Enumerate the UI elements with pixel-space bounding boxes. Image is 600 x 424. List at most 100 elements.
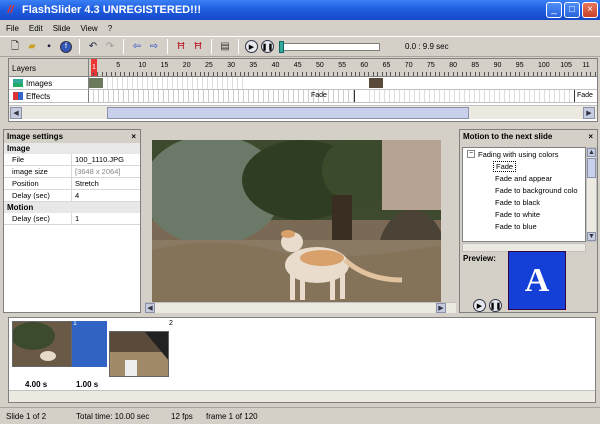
ruler-minor-tick [261,72,263,76]
new-file-icon[interactable]: 🗋 [8,40,22,54]
timeline-scrollbar[interactable]: ◀ ▶ [9,105,597,119]
scroll-thumb[interactable] [107,107,469,119]
scroll-down-icon[interactable]: ▼ [587,232,596,241]
ruler-minor-tick [181,72,183,76]
ruler-minor-tick [248,72,250,76]
tree-item-fade[interactable]: Fade [463,160,585,172]
maximize-button[interactable]: □ [564,2,580,18]
group-image: Image [4,143,140,154]
tree-item[interactable]: Fade and appear [463,172,585,184]
add-slide-icon[interactable]: ⇦ [130,40,144,54]
ruler-minor-tick [288,72,290,76]
menu-edit[interactable]: Edit [29,24,43,33]
scroll-up-icon[interactable]: ▲ [587,148,596,157]
close-icon[interactable]: × [131,132,136,141]
title-bar: // FlashSlider 4.3 UNREGISTERED!!! [0,0,600,20]
scroll-left-icon[interactable]: ◀ [145,303,155,313]
ruler-tick-label: 10 [138,62,147,69]
minimize-button[interactable]: _ [546,2,562,18]
viewer-scrollbar[interactable]: ◀ ▶ [145,302,456,313]
publish-icon[interactable]: f [59,40,73,54]
ruler-tick-label: 100 [538,62,550,69]
collapse-icon[interactable]: − [467,150,475,158]
menu-view[interactable]: View [80,24,97,33]
ruler-minor-tick [537,72,538,76]
ruler-minor-tick [310,72,312,76]
pause-icon[interactable]: ❚❚ [261,40,274,53]
ruler-tick-label: 55 [338,62,346,69]
scroll-left-icon[interactable]: ◀ [10,107,22,119]
property-row[interactable]: Position Stretch [4,178,140,190]
play-icon[interactable]: ▶ [245,40,258,53]
undo-icon[interactable]: ↶ [86,40,100,54]
ruler-minor-tick [448,72,450,76]
property-row[interactable]: Delay (sec) 4 [4,190,140,202]
track-label-effects[interactable]: Effects [9,90,89,103]
ruler-minor-tick [581,72,583,76]
slide-thumbnail-2[interactable] [109,331,169,377]
images-layer-icon [13,79,23,87]
ruler-minor-tick [417,72,419,76]
ruler-tick-label: 15 [160,62,169,69]
property-row[interactable]: Delay (sec) 1 [4,213,140,225]
playback-slider[interactable] [279,40,380,53]
effect-marker[interactable]: Fade [311,92,327,99]
time-readout: 0.0 : 9.9 sec [405,42,449,51]
ruler-minor-tick [390,72,392,76]
ruler-tick-label: 70 [404,62,413,69]
slide-thumbnail-1[interactable] [12,321,72,367]
close-icon[interactable]: × [588,132,593,141]
ruler-minor-tick [545,72,547,76]
menu-help[interactable]: ? [108,24,112,33]
tree-scrollbar[interactable]: ▲ ▼ [586,147,597,242]
tree-group[interactable]: − Fading with using colors [463,148,585,160]
property-row[interactable]: image size [3648 x 2064] [4,166,140,178]
tree-item[interactable]: Fade to blue [463,220,585,232]
motion-panel: Motion to the next slide × − Fading with … [459,129,598,313]
effect-marker[interactable]: Fade [577,92,593,99]
ruler-minor-tick [501,72,503,76]
ruler-minor-tick [204,72,205,76]
images-track[interactable] [89,77,597,90]
scroll-right-icon[interactable]: ▶ [583,107,595,119]
status-bar: Slide 1 of 2 Total time: 10.00 sec 12 fp… [0,407,600,424]
slider-thumb[interactable] [279,40,284,53]
ruler-minor-tick [226,72,228,76]
ruler-minor-tick [479,72,481,76]
ruler-minor-tick [452,72,454,76]
filmstrip-scrollbar[interactable] [9,390,595,402]
preview-pause-icon[interactable]: ❚❚ [489,299,502,312]
menu-slide[interactable]: Slide [53,24,71,33]
open-folder-icon[interactable]: ▰ [25,40,39,54]
track-label-images[interactable]: Images [9,77,89,90]
frame-right-icon[interactable]: Ħ [191,40,205,54]
frame-left-icon[interactable]: Ħ [174,40,188,54]
ruler-minor-tick [576,72,578,76]
ruler-minor-tick [137,72,139,76]
move-slide-icon[interactable]: ⇨ [147,40,161,54]
ruler-minor-tick [332,72,334,76]
ruler-minor-tick [217,72,219,76]
tree-item[interactable]: Fade to white [463,208,585,220]
scroll-right-icon[interactable]: ▶ [436,303,446,313]
save-icon[interactable]: ▪ [42,40,56,54]
redo-icon[interactable]: ↷ [103,40,117,54]
frame-ruler[interactable]: 1 5 10 15 20 25 30 35 40 45 50 55 60 65 70 75 80 85 90 95 10… [89,59,597,77]
ruler-minor-tick [457,72,459,76]
transition-thumbnail[interactable] [72,321,107,367]
tree-item[interactable]: Fade to black [463,196,585,208]
ruler-minor-tick [572,72,574,76]
preview-play-icon[interactable]: ▶ [473,299,486,312]
layers-header: Layers [9,59,89,77]
ruler-tick-label: 11 [582,62,590,69]
ruler-minor-tick [341,72,343,76]
ruler-minor-tick [257,72,259,76]
ruler-minor-tick [115,72,117,76]
property-row[interactable]: File 100_1110.JPG [4,154,140,166]
tree-item[interactable]: Fade to background colo [463,184,585,196]
close-button[interactable]: × [582,2,598,18]
settings-icon[interactable]: ▤ [218,40,232,54]
scroll-thumb[interactable] [587,158,596,178]
menu-file[interactable]: File [6,24,19,33]
effects-track[interactable]: Fade Fade [89,90,597,103]
